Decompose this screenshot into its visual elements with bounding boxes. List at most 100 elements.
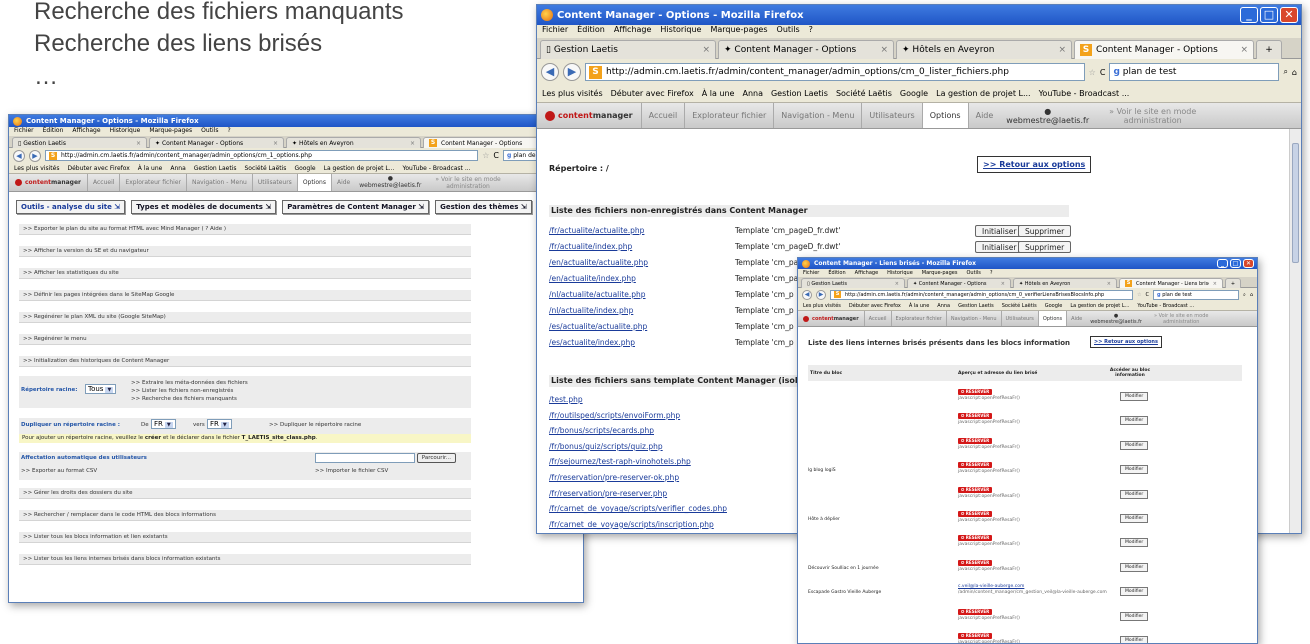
modifier-button[interactable]: Modifier bbox=[1120, 587, 1149, 597]
bookmark-item[interactable]: Débuter avec Firefox bbox=[849, 301, 901, 310]
bookmark-item[interactable]: Gestion Laetis bbox=[194, 163, 237, 173]
isolated-file-link[interactable]: /test.php bbox=[549, 392, 583, 407]
bookmark-item[interactable]: Anna bbox=[937, 301, 950, 310]
menu-item[interactable]: Édition bbox=[828, 269, 845, 277]
voir-site-link[interactable]: » Voir le site en mode administration bbox=[1095, 107, 1196, 125]
menu-item[interactable]: Outils bbox=[777, 25, 800, 38]
close-button[interactable]: ✕ bbox=[1280, 7, 1298, 23]
menu-item[interactable]: Outils bbox=[966, 269, 980, 277]
close-tab-icon[interactable]: × bbox=[1001, 281, 1005, 287]
cm-tab-navigation[interactable]: Navigation - Menu bbox=[773, 103, 861, 128]
cm-tab-explorateur[interactable]: Explorateur fichier bbox=[890, 311, 946, 326]
close-tab-icon[interactable]: × bbox=[136, 140, 141, 147]
cm-tab-aide[interactable]: Aide bbox=[330, 174, 355, 191]
voir-site-link[interactable]: » Voir le site en mode administration bbox=[425, 176, 500, 190]
import-csv-link[interactable]: >> Importer le fichier CSV bbox=[315, 468, 388, 474]
file-path-link[interactable]: /nl/actualite/actualite.php bbox=[549, 287, 646, 303]
modifier-button[interactable]: Modifier bbox=[1120, 440, 1149, 450]
close-button[interactable]: ✕ bbox=[1243, 259, 1254, 268]
close-tab-icon[interactable]: × bbox=[273, 140, 278, 147]
option-link[interactable]: >> Exporter le plan du site au format HT… bbox=[19, 224, 471, 235]
bookmark-item[interactable]: Les plus visités bbox=[542, 85, 603, 102]
bookmark-item[interactable]: La gestion de projet L... bbox=[936, 85, 1030, 102]
cm-tab-accueil[interactable]: Accueil bbox=[86, 174, 119, 191]
maximize-button[interactable]: □ bbox=[1260, 7, 1278, 23]
bookmark-item[interactable]: Google bbox=[900, 85, 928, 102]
modifier-button[interactable]: Modifier bbox=[1120, 636, 1149, 643]
close-tab-icon[interactable]: × bbox=[410, 140, 415, 147]
modifier-button[interactable]: Modifier bbox=[1120, 538, 1149, 548]
browser-tab[interactable]: ▯ Gestion Laetis × bbox=[12, 137, 147, 148]
option-link[interactable]: >> Regénérer le menu bbox=[19, 334, 471, 345]
isolated-file-link[interactable]: /fr/carnet_de_voyage/scripts/verifier_co… bbox=[549, 501, 727, 516]
bookmark-item[interactable]: Google bbox=[294, 163, 315, 173]
forward-button[interactable]: ▶ bbox=[563, 63, 581, 81]
file-path-link[interactable]: /fr/actualite/index.php bbox=[549, 239, 632, 255]
bookmark-item[interactable]: Gestion Laetis bbox=[771, 85, 828, 102]
url-bar[interactable]: Shttp://admin.cm.laetis.fr/admin/content… bbox=[45, 150, 479, 161]
home-icon[interactable]: ⌂ bbox=[1250, 292, 1253, 298]
initialiser-button[interactable]: Initialiser bbox=[975, 225, 1024, 237]
tab-types-modeles[interactable]: Types et modèles de documents ⇲ bbox=[131, 200, 277, 214]
menu-item[interactable]: Fichier bbox=[14, 127, 34, 136]
star-icon[interactable]: ☆ bbox=[482, 151, 489, 160]
menu-item[interactable]: Historique bbox=[887, 269, 913, 277]
option-link[interactable]: >> Afficher la version du SE et du navig… bbox=[19, 246, 471, 257]
minimize-button[interactable]: _ bbox=[1217, 259, 1228, 268]
modifier-button[interactable]: Modifier bbox=[1120, 465, 1149, 475]
isolated-file-link[interactable]: /fr/sejournez/test-raph-vinohotels.php bbox=[549, 454, 691, 469]
tab-parametres[interactable]: Paramètres de Content Manager ⇲ bbox=[282, 200, 430, 214]
back-button[interactable]: ◀ bbox=[541, 63, 559, 81]
menu-item[interactable]: Édition bbox=[43, 127, 64, 136]
reload-icon[interactable]: C bbox=[493, 151, 499, 160]
browser-tab[interactable]: ✦ Content Manager - Options × bbox=[149, 137, 284, 148]
cm-tab-utilisateurs[interactable]: Utilisateurs bbox=[1000, 311, 1038, 326]
isolated-file-link[interactable]: /fr/bonus/quiz/scripts/quiz.php bbox=[549, 439, 663, 454]
option-link[interactable]: >> Lister tous les blocs information et … bbox=[19, 532, 471, 543]
option-link[interactable]: >> Rechercher / remplacer dans le code H… bbox=[19, 510, 471, 521]
isolated-file-link[interactable]: /fr/outilsped/scripts/envoiForm.php bbox=[549, 408, 680, 423]
supprimer-button[interactable]: Supprimer bbox=[1018, 241, 1072, 253]
url-bar[interactable]: Shttp://admin.cm.laetis.fr/admin/content… bbox=[585, 63, 1085, 81]
modifier-button[interactable]: Modifier bbox=[1120, 562, 1149, 572]
retour-options-link[interactable]: >> Retour aux options bbox=[1090, 336, 1162, 348]
supprimer-button[interactable]: Supprimer bbox=[1018, 225, 1072, 237]
from-select[interactable]: FR ▼ bbox=[151, 419, 176, 429]
modifier-button[interactable]: Modifier bbox=[1120, 514, 1149, 523]
option-link[interactable]: >> Lister tous les liens internes brisés… bbox=[19, 554, 471, 565]
bookmark-item[interactable]: À la une bbox=[702, 85, 735, 102]
bookmark-item[interactable]: À la une bbox=[138, 163, 163, 173]
option-link[interactable]: >> Regénérer le plan XML du site (Google… bbox=[19, 312, 471, 323]
close-tab-icon[interactable]: × bbox=[880, 45, 888, 55]
maximize-button[interactable]: □ bbox=[1230, 259, 1241, 268]
file-path-link[interactable]: /nl/actualite/index.php bbox=[549, 303, 633, 319]
bookmark-item[interactable]: À la une bbox=[909, 301, 929, 310]
url-bar[interactable]: Shttp://admin.cm.laetis.fr/admin/content… bbox=[830, 289, 1134, 300]
bookmark-item[interactable]: Anna bbox=[742, 85, 763, 102]
webmaster-email[interactable]: ● webmestre@laetis.fr bbox=[1000, 107, 1095, 125]
menu-item[interactable]: Historique bbox=[660, 25, 701, 38]
file-path-link[interactable]: /en/actualite/index.php bbox=[549, 271, 636, 287]
reload-icon[interactable]: C bbox=[1100, 68, 1106, 77]
initialiser-button[interactable]: Initialiser bbox=[975, 241, 1024, 253]
scrollbar-thumb[interactable] bbox=[1292, 143, 1299, 263]
menu-item[interactable]: Affichage bbox=[614, 25, 652, 38]
menu-item[interactable]: Fichier bbox=[542, 25, 568, 38]
file-path-link[interactable]: /es/actualite/index.php bbox=[549, 335, 635, 351]
search-go-icon[interactable]: ⌕ bbox=[1243, 292, 1246, 298]
cm-tab-accueil[interactable]: Accueil bbox=[640, 103, 685, 128]
cm-tab-options[interactable]: Options bbox=[296, 174, 331, 191]
bookmark-item[interactable]: Société Laëtis bbox=[1002, 301, 1037, 310]
forward-button[interactable]: ▶ bbox=[29, 149, 41, 162]
cm-tab-accueil[interactable]: Accueil bbox=[863, 311, 891, 326]
new-tab-button[interactable]: + bbox=[1225, 278, 1241, 288]
cm-tab-aide[interactable]: Aide bbox=[1066, 311, 1086, 326]
cm-tab-navigation[interactable]: Navigation - Menu bbox=[185, 174, 252, 191]
close-tab-icon[interactable]: × bbox=[1240, 45, 1248, 55]
isolated-file-link[interactable]: /fr/carnet_de_voyage/scripts/inscription… bbox=[549, 517, 714, 532]
search-box[interactable]: g plan de test bbox=[1109, 63, 1280, 81]
bookmark-item[interactable]: Débuter avec Firefox bbox=[611, 85, 694, 102]
bookmark-item[interactable]: YouTube - Broadcast ... bbox=[402, 163, 470, 173]
new-tab-button[interactable]: + bbox=[1256, 40, 1282, 59]
export-csv-link[interactable]: >> Exporter au format CSV bbox=[21, 468, 97, 474]
